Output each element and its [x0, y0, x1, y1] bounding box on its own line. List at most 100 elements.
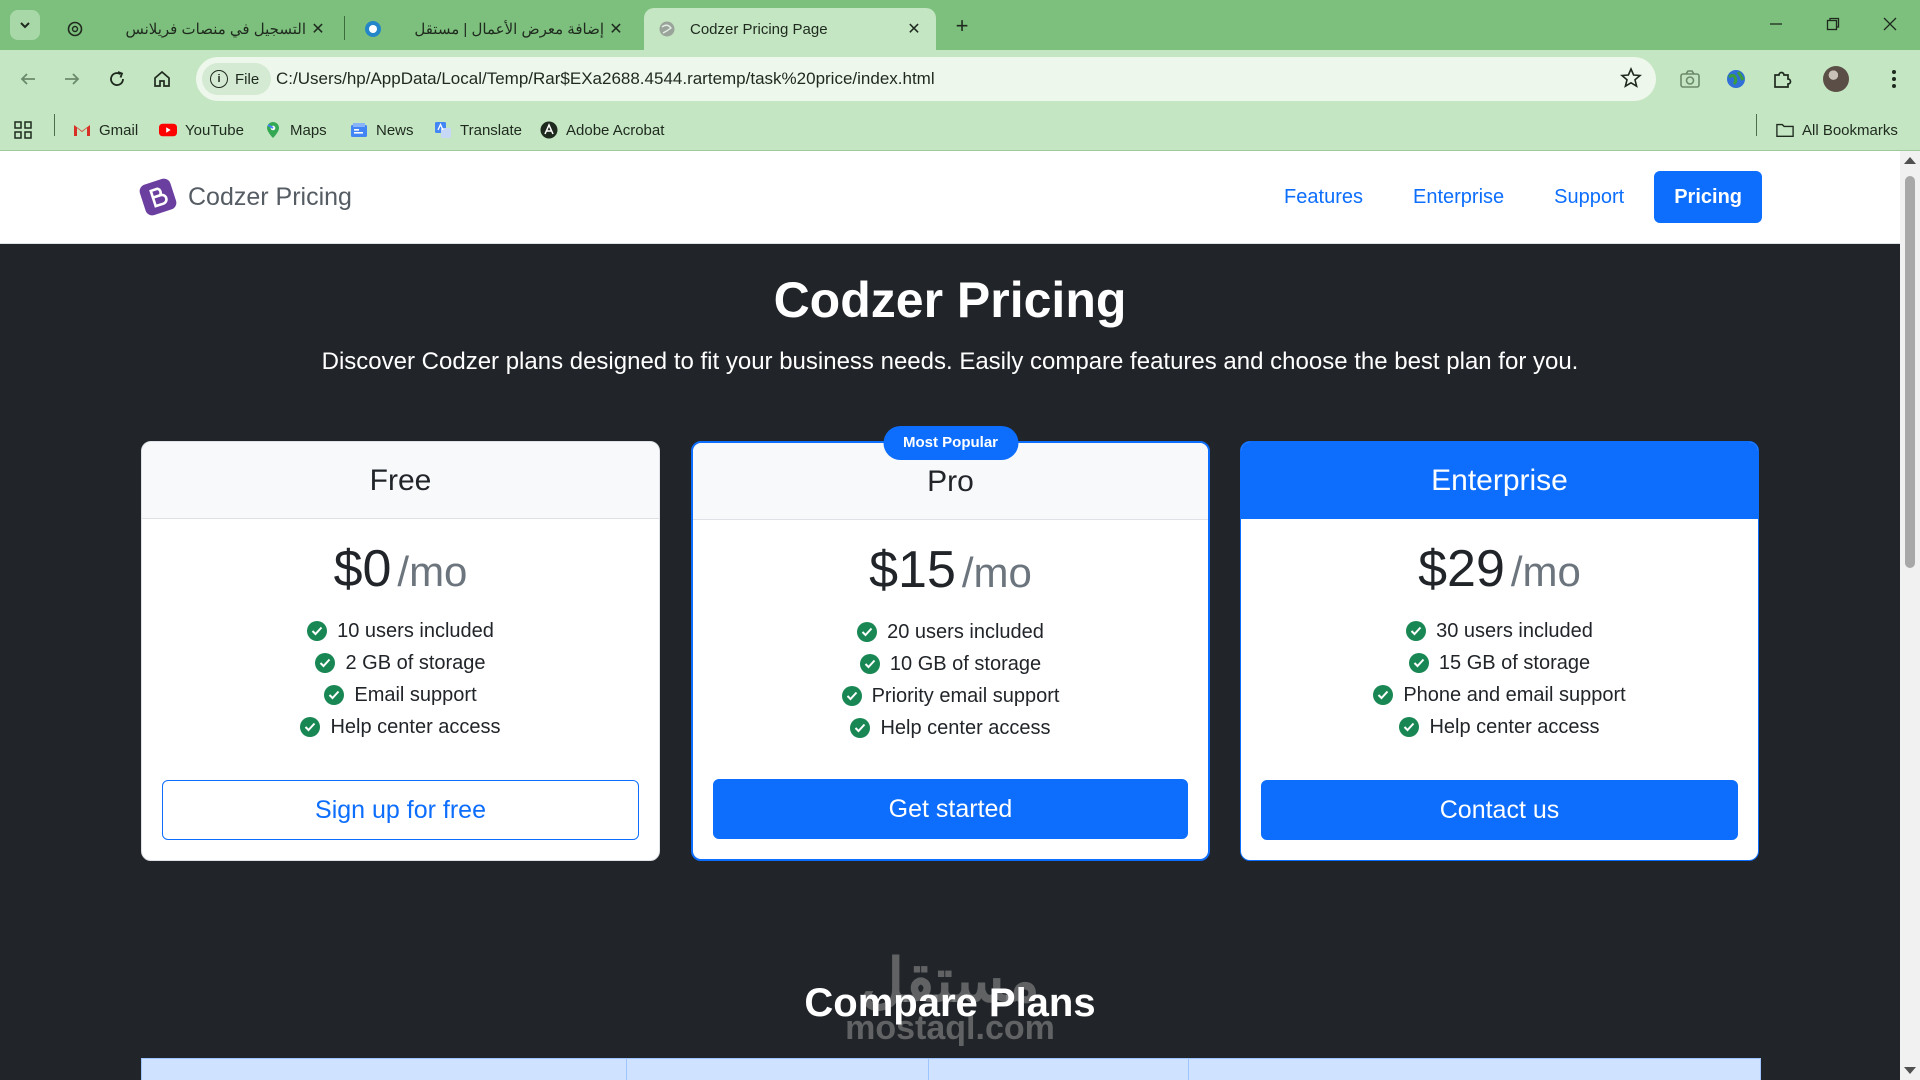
feature-item: Help center access — [1241, 711, 1758, 743]
apps-grid-icon — [14, 121, 32, 139]
scroll-thumb[interactable] — [1905, 176, 1915, 568]
globe-extension-icon — [1727, 70, 1745, 88]
apps-button[interactable] — [14, 119, 32, 141]
scroll-up-arrow-icon[interactable] — [1904, 157, 1916, 164]
bookmark-label: YouTube — [185, 121, 244, 139]
contact-us-button[interactable]: Contact us — [1261, 780, 1738, 840]
acrobat-icon — [540, 121, 558, 139]
forward-button[interactable] — [56, 63, 88, 95]
tab-separator — [344, 16, 345, 40]
close-icon[interactable]: ✕ — [604, 17, 628, 41]
feature-item: Phone and email support — [1241, 679, 1758, 711]
main-nav: Features Enterprise Support Pricing — [1234, 171, 1762, 223]
tab-freelance[interactable]: التسجيل في منصات فريلانس ✕ — [52, 8, 340, 50]
table-column-divider — [928, 1059, 929, 1080]
chevron-down-icon — [20, 22, 30, 29]
home-icon — [154, 70, 170, 87]
openai-icon — [66, 20, 84, 38]
restore-button[interactable] — [1813, 8, 1853, 40]
compare-table-header — [141, 1058, 1761, 1080]
get-started-button[interactable]: Get started — [713, 779, 1188, 839]
price-amount: $15 — [869, 541, 956, 599]
feature-list: 10 users included 2 GB of storage Email … — [142, 615, 659, 743]
browser-menu-button[interactable] — [1880, 65, 1908, 93]
check-circle-icon — [859, 654, 880, 674]
hero-lead: Discover Codzer plans designed to fit yo… — [321, 348, 1579, 375]
tab-mostaql[interactable]: إضافة معرض الأعمال | مستقل ✕ — [350, 8, 638, 50]
page-scrollbar[interactable] — [1900, 151, 1920, 1080]
bookmark-news[interactable]: News — [350, 119, 414, 141]
feature-text: 10 users included — [337, 620, 494, 642]
bookmark-star-button[interactable] — [1620, 66, 1642, 94]
price-period: /mo — [1510, 548, 1581, 595]
site-info-chip[interactable]: i File — [202, 63, 272, 95]
tab-search-button[interactable] — [10, 10, 40, 40]
check-circle-icon — [857, 622, 878, 642]
nav-support[interactable]: Support — [1554, 171, 1624, 223]
feature-item: 10 GB of storage — [693, 648, 1208, 680]
nav-enterprise[interactable]: Enterprise — [1413, 171, 1504, 223]
plan-card-pro: Most Popular Pro $15/mo 20 users include… — [691, 426, 1210, 861]
bookmark-label: Gmail — [99, 121, 139, 139]
site-header: Codzer Pricing Features Enterprise Suppo… — [0, 151, 1900, 244]
tab-title: التسجيل في منصات فريلانس — [125, 21, 306, 38]
most-popular-badge: Most Popular — [882, 426, 1019, 460]
star-icon — [1620, 66, 1642, 88]
check-circle-icon — [315, 653, 336, 673]
feature-text: Priority email support — [871, 685, 1060, 707]
close-icon[interactable]: ✕ — [306, 17, 330, 41]
youtube-icon — [159, 121, 177, 139]
arrow-right-icon — [65, 73, 80, 85]
nav-features[interactable]: Features — [1284, 171, 1363, 223]
feature-item: 15 GB of storage — [1241, 647, 1758, 679]
table-column-divider — [626, 1059, 627, 1080]
plan-name: Enterprise — [1241, 442, 1758, 519]
bookmark-translate[interactable]: Translate — [434, 119, 522, 141]
bookmark-gmail[interactable]: Gmail — [73, 119, 138, 141]
address-bar[interactable]: i File C:/Users/hp/AppData/Local/Temp/Ra… — [196, 57, 1656, 101]
check-circle-icon — [1408, 653, 1429, 673]
feature-text: 2 GB of storage — [345, 652, 486, 674]
reload-icon — [110, 71, 124, 86]
back-button[interactable] — [12, 63, 44, 95]
extension-globe-button[interactable] — [1722, 65, 1750, 93]
home-button[interactable] — [146, 63, 178, 95]
bookmark-youtube[interactable]: YouTube — [159, 119, 244, 141]
feature-item: Priority email support — [693, 680, 1208, 712]
minimize-button[interactable] — [1756, 8, 1796, 40]
feature-item: 2 GB of storage — [142, 647, 659, 679]
plan-price: $15/mo — [693, 540, 1208, 600]
screenshot-button[interactable] — [1676, 65, 1704, 93]
bookmark-acrobat[interactable]: Adobe Acrobat — [540, 119, 664, 141]
brand-link[interactable]: Codzer Pricing — [136, 175, 352, 219]
codzer-logo-icon — [139, 178, 177, 216]
translate-icon — [434, 121, 452, 139]
new-tab-button[interactable]: + — [948, 12, 976, 40]
tab-title: Codzer Pricing Page — [690, 20, 828, 38]
window-close-button[interactable] — [1870, 8, 1910, 40]
reload-button[interactable] — [101, 63, 133, 95]
url-text[interactable]: C:/Users/hp/AppData/Local/Temp/Rar$EXa26… — [276, 69, 935, 89]
check-circle-icon — [1406, 621, 1427, 641]
browser-toolbar: i File C:/Users/hp/AppData/Local/Temp/Ra… — [0, 50, 1920, 108]
info-icon: i — [210, 70, 228, 88]
bookmark-maps[interactable]: Maps — [264, 119, 327, 141]
feature-text: Phone and email support — [1403, 684, 1626, 706]
tab-title: إضافة معرض الأعمال | مستقل — [414, 21, 604, 38]
close-icon[interactable]: ✕ — [902, 17, 926, 41]
signup-free-button[interactable]: Sign up for free — [162, 780, 639, 840]
restore-icon — [1826, 17, 1840, 31]
tab-codzer-pricing[interactable]: Codzer Pricing Page ✕ — [644, 8, 936, 50]
feature-item: Email support — [142, 679, 659, 711]
site-chip-label: File — [235, 70, 260, 88]
all-bookmarks-button[interactable]: All Bookmarks — [1776, 119, 1898, 141]
extensions-button[interactable] — [1768, 65, 1796, 93]
nav-pricing[interactable]: Pricing — [1654, 171, 1762, 223]
check-circle-icon — [850, 718, 871, 738]
profile-button[interactable] — [1822, 65, 1850, 93]
scroll-down-arrow-icon[interactable] — [1904, 1067, 1916, 1074]
price-amount: $0 — [333, 540, 392, 598]
feature-list: 30 users included 15 GB of storage Phone… — [1241, 615, 1758, 743]
check-circle-icon — [324, 685, 345, 705]
feature-text: Help center access — [880, 717, 1051, 739]
